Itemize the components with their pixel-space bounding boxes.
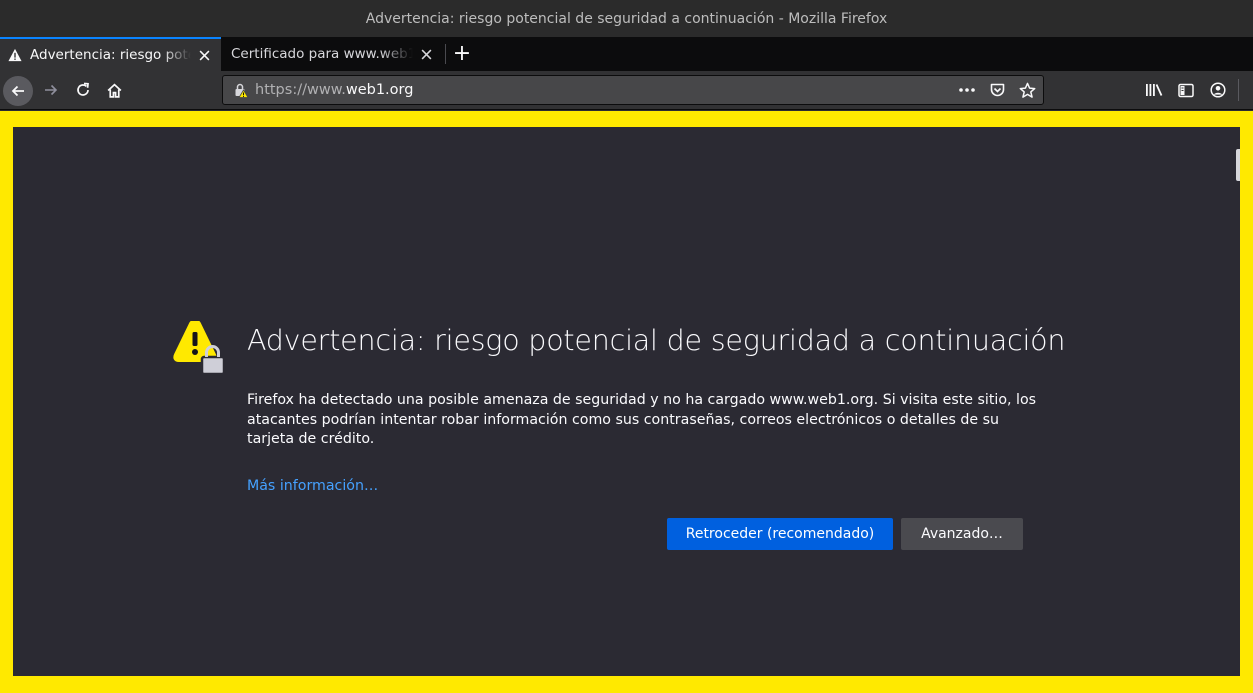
home-button[interactable]: [101, 75, 127, 105]
reload-button[interactable]: [70, 75, 96, 105]
error-page: Advertencia: riesgo potencial de segurid…: [13, 127, 1240, 676]
go-back-button[interactable]: Retroceder (recomendado): [667, 518, 893, 550]
tab-certificate[interactable]: Certificado para www.web1.org: [221, 37, 445, 71]
url-host: web1.org: [345, 82, 414, 98]
bookmark-star-icon[interactable]: [1015, 78, 1039, 102]
window-titlebar: Advertencia: riesgo potencial de segurid…: [0, 0, 1253, 37]
plus-icon: +: [452, 41, 472, 66]
tab-title: Advertencia: riesgo potencial de segurid…: [30, 47, 191, 63]
close-tab-icon[interactable]: [417, 45, 435, 63]
page-actions-icon[interactable]: [955, 78, 979, 102]
tab-strip: Advertencia: riesgo potencial de segurid…: [0, 37, 1253, 71]
url-text: https://www.web1.org: [255, 82, 413, 98]
toolbar-right: [1138, 75, 1253, 105]
error-title: Advertencia: riesgo potencial de segurid…: [247, 324, 1066, 357]
warning-lock-icon: [171, 319, 229, 377]
warning-icon: [8, 47, 24, 63]
window-title: Advertencia: riesgo potencial de segurid…: [365, 10, 888, 27]
learn-more-link[interactable]: Más información…: [247, 478, 378, 494]
home-icon: [107, 83, 121, 98]
close-tab-icon[interactable]: [195, 46, 213, 64]
error-description: Firefox ha detectado una posible amenaza…: [247, 392, 1037, 447]
content-frame-highlight: Advertencia: riesgo potencial de segurid…: [0, 111, 1253, 693]
tab-title: Certificado para www.web1.org: [231, 46, 413, 62]
forward-button[interactable]: [38, 75, 64, 105]
menu-icon[interactable]: [1239, 75, 1253, 105]
url-scheme: https://www.: [255, 82, 346, 98]
forward-arrow-icon: [45, 84, 58, 96]
new-tab-button[interactable]: +: [446, 37, 478, 71]
library-icon[interactable]: [1138, 75, 1170, 105]
url-bar[interactable]: https://www.web1.org: [222, 75, 1044, 105]
tab-warning[interactable]: Advertencia: riesgo potencial de segurid…: [0, 37, 221, 71]
insecure-lock-icon[interactable]: [229, 82, 253, 98]
sidebar-icon[interactable]: [1170, 75, 1202, 105]
advanced-button[interactable]: Avanzado…: [901, 518, 1023, 550]
pocket-icon[interactable]: [985, 78, 1009, 102]
navigation-toolbar: https://www.web1.org: [0, 71, 1253, 110]
back-button[interactable]: [3, 76, 33, 106]
scrollbar[interactable]: [1236, 149, 1240, 181]
back-arrow-icon: [11, 85, 24, 97]
url-actions: [955, 76, 1039, 104]
account-icon[interactable]: [1202, 75, 1234, 105]
reload-icon: [77, 82, 89, 96]
